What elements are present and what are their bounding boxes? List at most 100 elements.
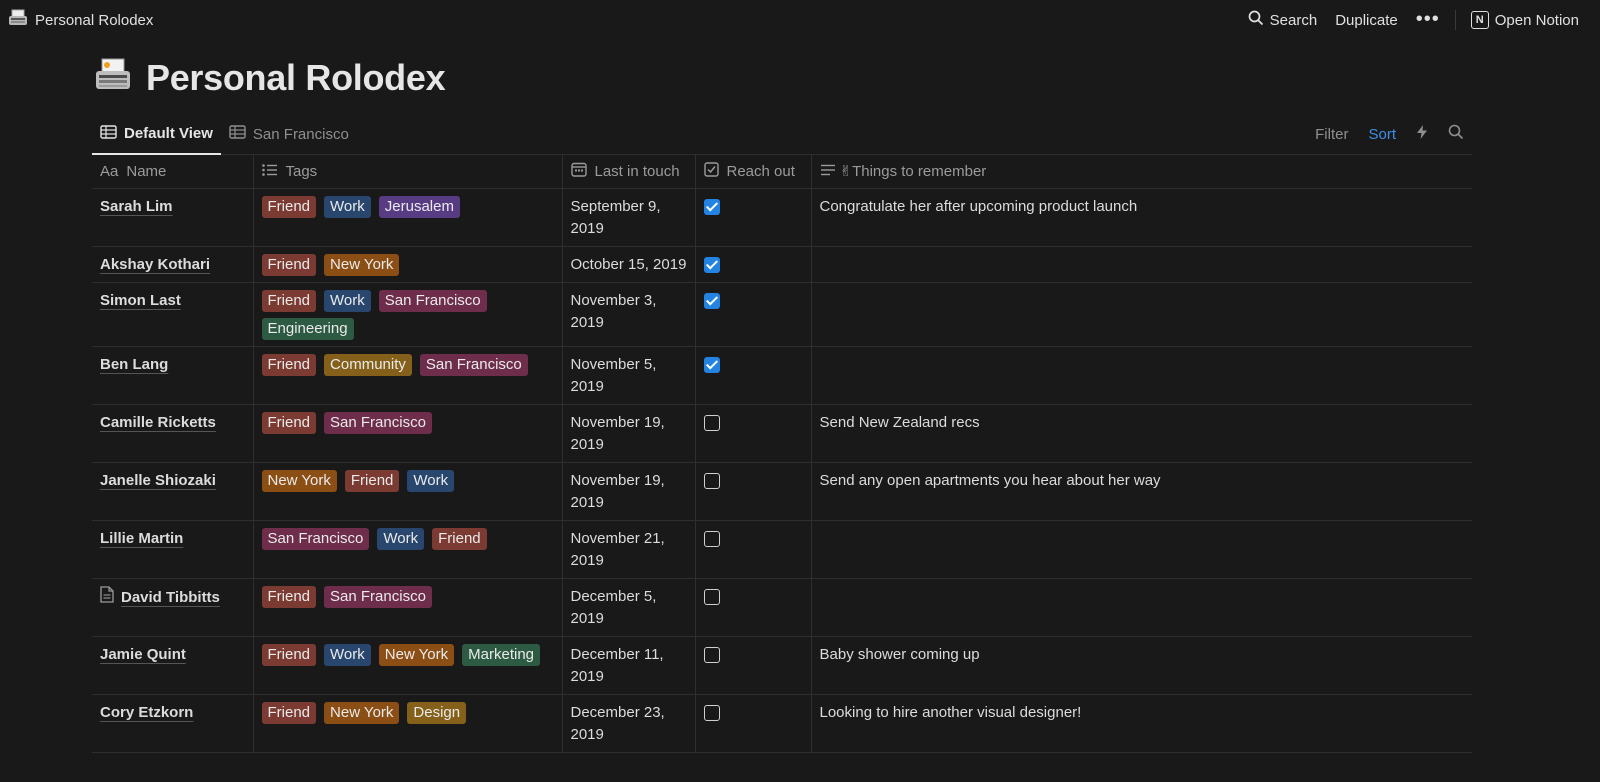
more-options-button[interactable]: ••• [1407,9,1449,30]
table-row[interactable]: Akshay Kothari Friend New York October 15, … [92,246,1472,283]
open-notion-button[interactable]: N Open Notion [1462,7,1588,33]
search-icon[interactable] [1440,120,1472,148]
cell-tags[interactable]: Friend New York [253,246,563,283]
column-header-things-to-remember[interactable]: ✌Things to remember [811,154,1472,189]
cell-tags[interactable]: Friend Work New York Marketing [253,636,563,695]
filter-button[interactable]: Filter [1307,122,1356,147]
contact-name[interactable]: Janelle Shiozaki [100,470,216,492]
cell-last-in-touch[interactable]: November 3, 2019 [562,282,696,347]
sort-button[interactable]: Sort [1360,122,1404,147]
search-button[interactable]: Search [1239,6,1327,34]
contact-name[interactable]: Lillie Martin [100,528,183,550]
cell-reach-out [695,188,812,247]
reach-out-checkbox[interactable] [703,589,720,605]
reach-out-checkbox[interactable] [703,647,720,663]
contact-name[interactable]: Jamie Quint [100,644,186,666]
tag-pill: New York [324,702,400,724]
cell-name[interactable]: Cory Etzkorn [92,694,254,753]
reach-out-checkbox[interactable] [703,705,720,721]
cell-last-in-touch[interactable]: November 21, 2019 [562,520,696,579]
contact-name[interactable]: Ben Lang [100,354,168,376]
cell-last-in-touch[interactable]: October 15, 2019 [562,246,696,283]
reach-out-checkbox[interactable] [703,473,720,489]
cell-tags[interactable]: Friend New York Design [253,694,563,753]
cell-name[interactable]: Sarah Lim [92,188,254,247]
cell-things-to-remember[interactable]: Looking to hire another visual designer! [811,694,1472,753]
cell-name[interactable]: Janelle Shiozaki [92,462,254,521]
cell-things-to-remember[interactable]: Congratulate her after upcoming product … [811,188,1472,247]
cell-name[interactable]: Akshay Kothari [92,246,254,283]
table-row[interactable]: Simon Last Friend Work San Francisco Enginee… [92,282,1472,347]
column-header-last-in-touch[interactable]: Last in touch [562,154,696,189]
cell-things-to-remember[interactable] [811,578,1472,637]
contact-name[interactable]: David Tibbitts [121,587,220,609]
cell-last-in-touch[interactable]: November 19, 2019 [562,462,696,521]
cell-name[interactable]: David Tibbitts [92,578,254,637]
tag-pill: Friend [261,254,317,276]
search-label: Search [1269,11,1318,29]
cell-last-in-touch[interactable]: September 9, 2019 [562,188,696,247]
cell-last-in-touch[interactable]: December 11, 2019 [562,636,696,695]
column-header-tags[interactable]: Tags [253,154,563,189]
column-header-name[interactable]: Aa Name [92,154,254,189]
tag-pill: Engineering [261,318,354,340]
table-row[interactable]: Camille Ricketts Friend San Francisco Novem… [92,404,1472,463]
cell-last-in-touch[interactable]: November 5, 2019 [562,346,696,405]
cell-things-to-remember[interactable]: Send New Zealand recs [811,404,1472,463]
cell-things-to-remember[interactable]: Send any open apartments you hear about … [811,462,1472,521]
cell-tags[interactable]: Friend Work San Francisco Engineering [253,282,563,347]
cell-name[interactable]: Lillie Martin [92,520,254,579]
table-row[interactable]: Lillie Martin San Francisco Work Friend Nove… [92,520,1472,579]
contact-name[interactable]: Akshay Kothari [100,254,210,276]
contact-name[interactable]: Sarah Lim [100,196,173,218]
table-row[interactable]: Janelle Shiozaki New York Friend Work Novemb… [92,462,1472,521]
duplicate-button[interactable]: Duplicate [1326,8,1407,33]
table-row[interactable]: Sarah Lim Friend Work Jerusalem September 9,… [92,188,1472,247]
cell-things-to-remember[interactable] [811,346,1472,405]
reach-out-checkbox[interactable] [703,293,720,309]
cell-tags[interactable]: Friend Community San Francisco [253,346,563,405]
cell-things-to-remember[interactable] [811,520,1472,579]
cell-things-to-remember[interactable] [811,282,1472,347]
cell-tags[interactable]: Friend San Francisco [253,404,563,463]
cell-tags[interactable]: Friend San Francisco [253,578,563,637]
cell-name[interactable]: Simon Last [92,282,254,347]
cell-tags[interactable]: San Francisco Work Friend [253,520,563,579]
tag-pill: Work [324,644,371,666]
cell-last-in-touch[interactable]: December 5, 2019 [562,578,696,637]
cell-reach-out [695,282,812,347]
page-header: Personal Rolodex [94,56,446,99]
reach-out-checkbox[interactable] [703,257,720,273]
table-body: Sarah Lim Friend Work Jerusalem September 9,… [92,188,1472,753]
cell-name[interactable]: Jamie Quint [92,636,254,695]
automation-bolt-icon[interactable] [1408,120,1436,148]
reach-out-checkbox[interactable] [703,531,720,547]
reach-out-checkbox[interactable] [703,357,720,373]
table-row[interactable]: Cory Etzkorn Friend New York Design December… [92,694,1472,753]
cell-name[interactable]: Ben Lang [92,346,254,405]
text-property-icon: Aa [100,162,119,180]
contact-name[interactable]: Simon Last [100,290,181,312]
table-row[interactable]: Ben Lang Friend Community San Francisco Nove… [92,346,1472,405]
reach-out-checkbox[interactable] [703,415,720,431]
table-row[interactable]: Jamie Quint Friend Work New York Marketing De… [92,636,1472,695]
page-title[interactable]: Personal Rolodex [146,57,446,99]
contact-name[interactable]: Cory Etzkorn [100,702,193,724]
reach-out-checkbox[interactable] [703,199,720,215]
cell-name[interactable]: Camille Ricketts [92,404,254,463]
cell-last-in-touch[interactable]: December 23, 2019 [562,694,696,753]
cell-tags[interactable]: Friend Work Jerusalem [253,188,563,247]
name-wrap: Ben Lang [100,354,245,376]
table-row[interactable]: David Tibbitts Friend San Francisco Decembe… [92,578,1472,637]
cell-things-to-remember[interactable] [811,246,1472,283]
column-header-reach-out[interactable]: Reach out [695,154,812,189]
breadcrumb[interactable]: Personal Rolodex [8,8,153,32]
tab-san-francisco[interactable]: San Francisco [221,114,357,154]
cell-last-in-touch[interactable]: November 19, 2019 [562,404,696,463]
contact-name[interactable]: Camille Ricketts [100,412,216,434]
cell-things-to-remember[interactable]: Baby shower coming up [811,636,1472,695]
tab-default-view[interactable]: Default View [92,114,221,155]
search-icon [1248,10,1264,30]
breadcrumb-title: Personal Rolodex [35,11,154,29]
cell-tags[interactable]: New York Friend Work [253,462,563,521]
